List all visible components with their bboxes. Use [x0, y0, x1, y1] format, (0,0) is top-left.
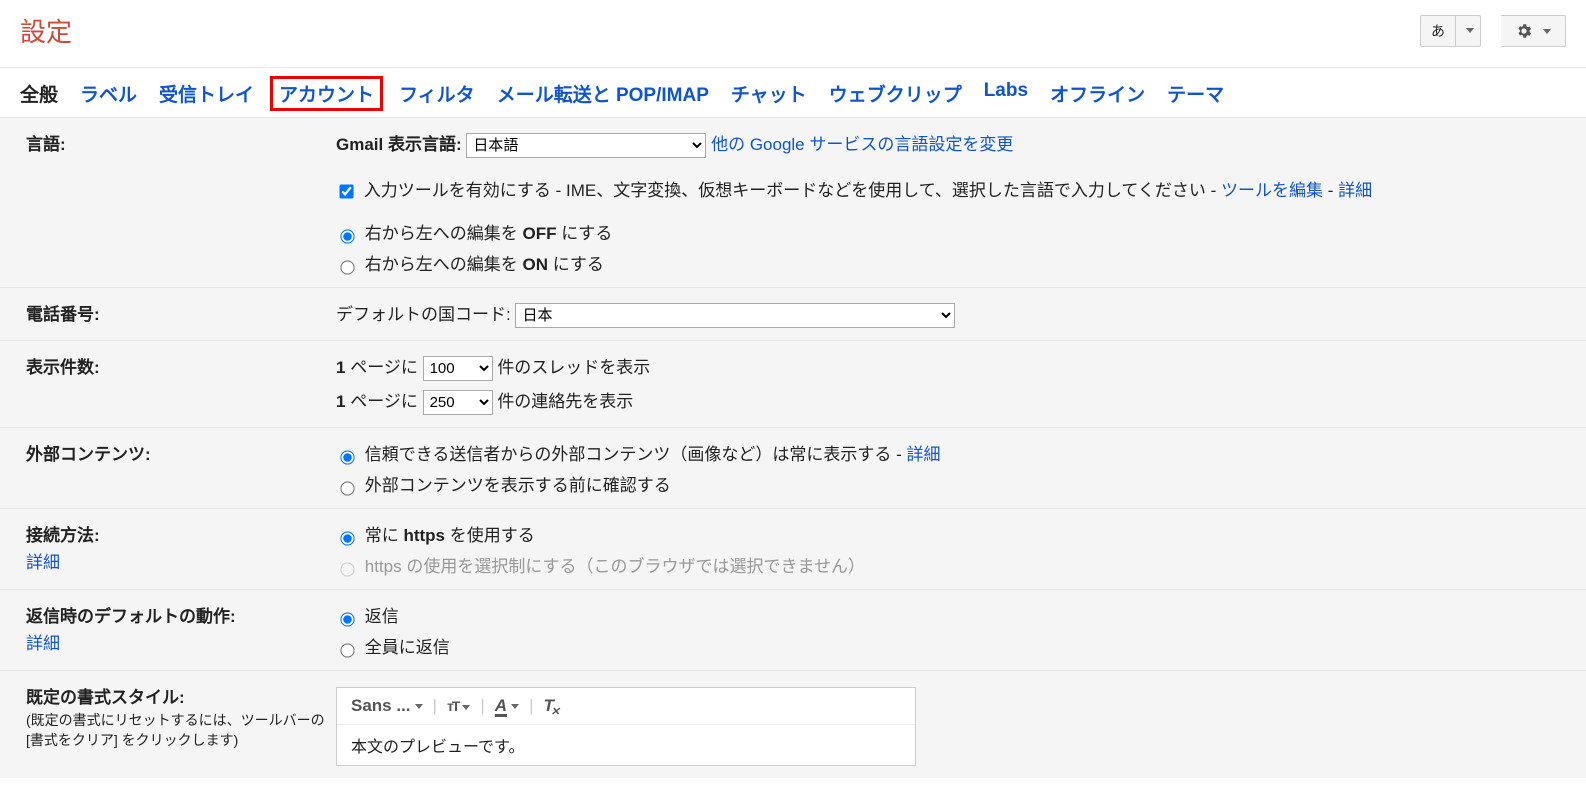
reply-all-radio[interactable]: [340, 643, 354, 657]
row-pagesize: 表示件数: 1 ページに 100 件のスレッドを表示 1 ページに 250 件の…: [0, 341, 1586, 428]
row-connection: 接続方法: 詳細 常に https を使用する https の使用を選択制にする…: [0, 509, 1586, 590]
label-style: 既定の書式スタイル: (既定の書式にリセットするには、ツールバーの [書式をクリ…: [26, 683, 336, 766]
clear-format-button[interactable]: T✕: [544, 696, 554, 716]
style-preview-text: 本文のプレビューです。: [337, 725, 915, 765]
default-country-label: デフォルトの国コード:: [336, 305, 511, 324]
label-reply: 返信時のデフォルトの動作: 詳細: [26, 602, 336, 658]
reply-detail-link[interactable]: 詳細: [26, 634, 60, 653]
threads-mid: ページに: [345, 358, 422, 377]
external-detail-link[interactable]: 詳細: [907, 445, 941, 464]
language-input-button[interactable]: あ: [1420, 15, 1456, 47]
style-toolbar: Sans ... | тT | A | T✕: [337, 688, 915, 725]
external-ask-text: 外部コンテンツを表示する前に確認する: [365, 476, 671, 495]
threads-per-page-select[interactable]: 100: [423, 356, 493, 381]
enable-ime-checkbox[interactable]: [339, 184, 353, 198]
rtl-on-suffix: にする: [548, 255, 604, 274]
font-size-dropdown[interactable]: тT: [447, 698, 470, 714]
content-reply: 返信 全員に返信: [336, 602, 1560, 658]
display-language-select[interactable]: 日本語: [466, 133, 706, 158]
tab-webclips[interactable]: ウェブクリップ: [829, 80, 962, 107]
threads-suffix: 件のスレッドを表示: [497, 358, 650, 377]
tab-labels[interactable]: ラベル: [80, 80, 137, 107]
tabs: 全般 ラベル 受信トレイ アカウント フィルタ メール転送と POP/IMAP …: [0, 68, 1586, 118]
rtl-off-bold: OFF: [522, 224, 556, 243]
label-external: 外部コンテンツ:: [26, 440, 336, 496]
external-ask-radio[interactable]: [340, 481, 354, 495]
content-phone: デフォルトの国コード: 日本: [336, 300, 1560, 328]
font-family-dropdown[interactable]: Sans ...: [351, 696, 423, 716]
row-reply: 返信時のデフォルトの動作: 詳細 返信 全員に返信: [0, 590, 1586, 671]
rtl-on-bold: ON: [522, 255, 548, 274]
other-google-language-link[interactable]: 他の Google サービスの言語設定を変更: [711, 135, 1013, 154]
https-always-radio[interactable]: [340, 531, 354, 545]
label-phone: 電話番号:: [26, 300, 336, 328]
edit-tool-link[interactable]: ツールを編集: [1221, 181, 1323, 200]
tab-filters[interactable]: フィルタ: [399, 80, 475, 107]
chevron-down-icon: [1539, 23, 1551, 39]
row-phone: 電話番号: デフォルトの国コード: 日本: [0, 288, 1586, 341]
content-language: Gmail 表示言語: 日本語 他の Google サービスの言語設定を変更 入…: [336, 130, 1560, 275]
reply-all-text: 全員に返信: [365, 638, 450, 657]
ime-detail-link[interactable]: 詳細: [1338, 181, 1372, 200]
rtl-on-radio[interactable]: [340, 260, 354, 274]
text-color-dropdown[interactable]: A: [495, 696, 519, 716]
rtl-off-radio[interactable]: [340, 229, 354, 243]
settings-body: 言語: Gmail 表示言語: 日本語 他の Google サービスの言語設定を…: [0, 118, 1586, 778]
content-style: Sans ... | тT | A | T✕ 本文のプレビューです。: [336, 683, 1560, 766]
tab-labs[interactable]: Labs: [984, 80, 1028, 107]
style-sub: (既定の書式にリセットするには、ツールバーの [書式をクリア] をクリックします…: [26, 710, 336, 750]
external-always-radio[interactable]: [340, 450, 354, 464]
tab-forwarding[interactable]: メール転送と POP/IMAP: [497, 80, 709, 107]
language-input-dropdown[interactable]: [1456, 15, 1481, 47]
row-external: 外部コンテンツ: 信頼できる送信者からの外部コンテンツ（画像など）は常に表示する…: [0, 428, 1586, 509]
tab-themes[interactable]: テーマ: [1167, 80, 1224, 107]
label-connection: 接続方法: 詳細: [26, 521, 336, 577]
external-always-text: 信頼できる送信者からの外部コンテンツ（画像など）は常に表示する -: [365, 445, 907, 464]
display-language-label: Gmail 表示言語:: [336, 135, 462, 154]
content-pagesize: 1 ページに 100 件のスレッドを表示 1 ページに 250 件の連絡先を表示: [336, 353, 1560, 415]
gear-icon: [1515, 22, 1533, 40]
tab-offline[interactable]: オフライン: [1050, 80, 1145, 107]
label-pagesize: 表示件数:: [26, 353, 336, 415]
https-prefix: 常に: [365, 526, 404, 545]
content-external: 信頼できる送信者からの外部コンテンツ（画像など）は常に表示する - 詳細 外部コ…: [336, 440, 1560, 496]
https-bold: https: [403, 526, 445, 545]
label-language: 言語:: [26, 130, 336, 275]
country-code-select[interactable]: 日本: [515, 303, 955, 328]
style-preview-box: Sans ... | тT | A | T✕ 本文のプレビューです。: [336, 687, 916, 766]
https-optional-text: https の使用を選択制にする（このブラウザでは選択できません）: [365, 557, 865, 576]
contacts-per-page-select[interactable]: 250: [423, 390, 493, 415]
rtl-on-prefix: 右から左への編集を: [365, 255, 523, 274]
reply-radio[interactable]: [340, 612, 354, 626]
gear-button[interactable]: [1501, 15, 1566, 47]
reply-text: 返信: [365, 607, 399, 626]
contacts-mid: ページに: [345, 392, 422, 411]
language-input-button-group: あ: [1420, 15, 1481, 47]
tab-account[interactable]: アカウント: [270, 76, 383, 111]
contacts-suffix: 件の連絡先を表示: [497, 392, 633, 411]
gear-button-group: [1501, 15, 1566, 47]
row-style: 既定の書式スタイル: (既定の書式にリセットするには、ツールバーの [書式をクリ…: [0, 671, 1586, 778]
https-optional-radio: [340, 562, 354, 576]
tab-general[interactable]: 全般: [20, 80, 58, 107]
enable-ime-text: 入力ツールを有効にする - IME、文字変換、仮想キーボードなどを使用して、選択…: [364, 181, 1221, 200]
header: 設定 あ: [0, 0, 1586, 68]
tab-chat[interactable]: チャット: [731, 80, 807, 107]
tab-inbox[interactable]: 受信トレイ: [159, 80, 254, 107]
page-title: 設定: [20, 12, 72, 49]
connection-detail-link[interactable]: 詳細: [26, 553, 60, 572]
rtl-off-suffix: にする: [556, 224, 612, 243]
row-language: 言語: Gmail 表示言語: 日本語 他の Google サービスの言語設定を…: [0, 118, 1586, 288]
header-actions: あ: [1420, 15, 1566, 47]
rtl-off-prefix: 右から左への編集を: [365, 224, 523, 243]
content-connection: 常に https を使用する https の使用を選択制にする（このブラウザでは…: [336, 521, 1560, 577]
https-suffix: を使用する: [445, 526, 535, 545]
